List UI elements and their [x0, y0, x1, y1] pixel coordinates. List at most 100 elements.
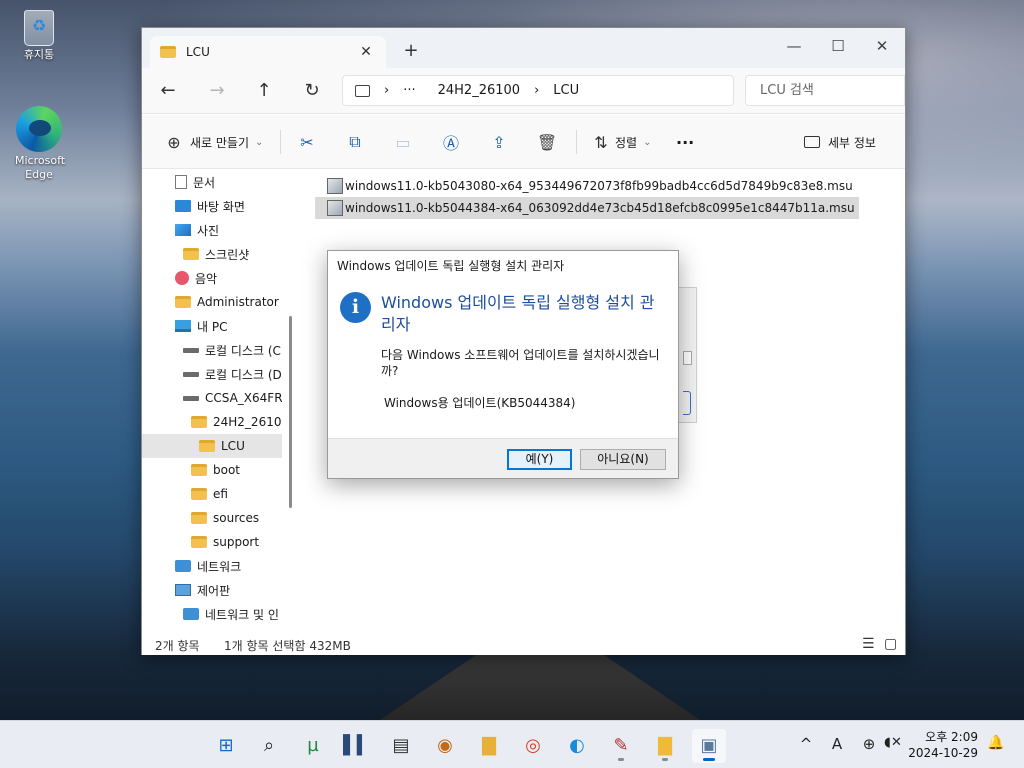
- network-icon: [175, 560, 191, 572]
- breadcrumb-24h2[interactable]: 24H2_26100: [438, 83, 520, 98]
- sidebar-item[interactable]: boot: [142, 458, 282, 482]
- sidebar-item[interactable]: sources: [142, 506, 282, 530]
- share-icon: ⇪: [492, 132, 506, 152]
- volume-muted-icon[interactable]: ◖✕: [882, 735, 904, 750]
- app-icon[interactable]: ▌▍: [340, 729, 374, 763]
- dialog-title: Windows 업데이트 독립 실행형 설치 관리자: [328, 251, 678, 281]
- close-window-button[interactable]: ✕: [860, 33, 904, 59]
- breadcrumb-overflow[interactable]: ···: [403, 83, 415, 98]
- sidebar-item[interactable]: LCU: [142, 434, 282, 458]
- pc-icon: [175, 320, 191, 332]
- running-indicator: [618, 758, 624, 761]
- dialog-question: 다음 Windows 소프트웨어 업데이트를 설치하시겠습니까?: [381, 348, 660, 378]
- new-tab-button[interactable]: +: [400, 40, 422, 61]
- cut-button[interactable]: ✂: [293, 128, 321, 156]
- details-view-icon[interactable]: ☰: [862, 636, 875, 652]
- back-button[interactable]: ←: [154, 78, 182, 104]
- details-pane-icon: [804, 136, 820, 148]
- navigation-pane: 문서 바탕 화면 사진 스크린샷 음악 Administrator 내 PC 로컬 디스크 (…: [142, 169, 288, 631]
- search-input[interactable]: LCU 검색: [745, 75, 905, 106]
- sidebar-item[interactable]: 제어판: [142, 578, 282, 602]
- chrome-icon[interactable]: ◎: [516, 729, 550, 763]
- mpc-hc-icon[interactable]: ▤: [384, 729, 418, 763]
- breadcrumb-lcu[interactable]: LCU: [553, 83, 579, 98]
- navigation-scrollbar[interactable]: [289, 316, 292, 508]
- up-button[interactable]: ↑: [250, 78, 278, 104]
- music-icon: [175, 271, 189, 285]
- sidebar-item[interactable]: 로컬 디스크 (D: [142, 362, 282, 386]
- start-icon[interactable]: ⊞: [209, 729, 243, 763]
- sidebar-item[interactable]: CCSA_X64FRE: [142, 386, 282, 410]
- sidebar-item[interactable]: 로컬 디스크 (C: [142, 338, 282, 362]
- file-explorer-icon[interactable]: ▇: [648, 729, 682, 763]
- sidebar-item-label: LCU: [221, 439, 245, 453]
- sidebar-item-label: CCSA_X64FRE: [205, 391, 282, 405]
- folder-icon: [191, 464, 207, 476]
- installer-icon[interactable]: ▣: [692, 729, 726, 763]
- desktop-icon-label: Microsoft Edge: [15, 154, 66, 181]
- sidebar-item[interactable]: 네트워크: [142, 554, 282, 578]
- status-bar: 2개 항목 1개 항목 선택함 432MB ☰ ▢: [142, 631, 905, 655]
- rename-button[interactable]: Ⓐ: [437, 128, 465, 156]
- network-icon[interactable]: ⊕: [858, 735, 880, 753]
- paste-button[interactable]: ▭: [389, 128, 417, 156]
- item-count: 2개 항목: [155, 639, 200, 653]
- edge-icon: [16, 106, 62, 152]
- sidebar-item[interactable]: 내 PC: [142, 314, 282, 338]
- new-button[interactable]: ⊕ 새로 만들기 ⌄: [160, 128, 263, 156]
- drive-icon: [183, 347, 199, 353]
- clock[interactable]: 오후 2:09 2024-10-29: [908, 729, 978, 761]
- sidebar-item[interactable]: 네트워크 및 인: [142, 602, 282, 626]
- desktop-icon-recycle-bin[interactable]: 휴지통: [6, 10, 72, 62]
- close-icon[interactable]: ✕: [356, 44, 376, 60]
- sidebar-item[interactable]: 사진: [142, 218, 282, 242]
- copy-button[interactable]: ⧉: [341, 128, 369, 156]
- new-button-label: 새로 만들기: [190, 135, 250, 150]
- info-icon: i: [340, 292, 371, 323]
- file-row-selected[interactable]: windows11.0-kb5044384-x64_063092dd4e73cb…: [315, 197, 859, 219]
- sort-button-label: 정렬: [615, 135, 638, 150]
- tiles-view-icon[interactable]: ▢: [884, 636, 897, 652]
- trash-icon: 🗑: [536, 132, 558, 152]
- delete-button[interactable]: 🗑: [533, 128, 561, 156]
- sidebar-item[interactable]: 문서: [142, 170, 282, 194]
- details-pane-button[interactable]: 세부 정보: [804, 128, 876, 156]
- desktop-icon-edge[interactable]: Microsoft Edge: [6, 106, 72, 182]
- search-icon[interactable]: ⌕: [252, 729, 286, 763]
- tool-icon[interactable]: ✎: [604, 729, 638, 763]
- more-options-button[interactable]: ···: [676, 128, 694, 156]
- eye-app-icon[interactable]: ◉: [428, 729, 462, 763]
- forward-button[interactable]: →: [203, 78, 231, 104]
- show-hidden-icons-button[interactable]: ^: [795, 735, 817, 753]
- background-dialog-field: [683, 351, 692, 365]
- file-row[interactable]: windows11.0-kb5043080-x64_953449672073f8…: [315, 175, 857, 197]
- sidebar-item[interactable]: 음악: [142, 266, 282, 290]
- share-button[interactable]: ⇪: [485, 128, 513, 156]
- tab-lcu[interactable]: LCU ✕: [150, 36, 386, 68]
- sidebar-item[interactable]: 24H2_26100: [142, 410, 282, 434]
- folder-icon: [191, 488, 207, 500]
- sidebar-item[interactable]: support: [142, 530, 282, 554]
- notification-bell-icon[interactable]: 🔔: [985, 735, 1007, 751]
- folder-app-icon[interactable]: ▇: [472, 729, 506, 763]
- edge-icon[interactable]: ◐: [560, 729, 594, 763]
- sort-button[interactable]: ⇅ 정렬 ⌄: [587, 128, 651, 156]
- sidebar-item[interactable]: 바탕 화면: [142, 194, 282, 218]
- sidebar-item[interactable]: efi: [142, 482, 282, 506]
- minimize-button[interactable]: —: [772, 33, 816, 59]
- ime-indicator[interactable]: A: [826, 735, 848, 753]
- utorrent-icon[interactable]: µ: [296, 729, 330, 763]
- address-bar[interactable]: › ··· 24H2_26100 › LCU: [342, 75, 734, 106]
- refresh-button[interactable]: ↻: [298, 78, 326, 104]
- network-icon: [183, 608, 199, 620]
- yes-button[interactable]: 예(Y): [507, 449, 572, 470]
- maximize-button[interactable]: ☐: [816, 33, 860, 59]
- sidebar-item[interactable]: Administrator: [142, 290, 282, 314]
- wallpaper-pier: [380, 655, 700, 720]
- msu-file-icon: [327, 178, 343, 194]
- sidebar-item-label: 음악: [195, 271, 218, 286]
- no-button[interactable]: 아니요(N): [580, 449, 666, 470]
- toolbar-divider: [280, 130, 281, 154]
- sidebar-item[interactable]: 스크린샷: [142, 242, 282, 266]
- clock-date: 2024-10-29: [908, 746, 978, 760]
